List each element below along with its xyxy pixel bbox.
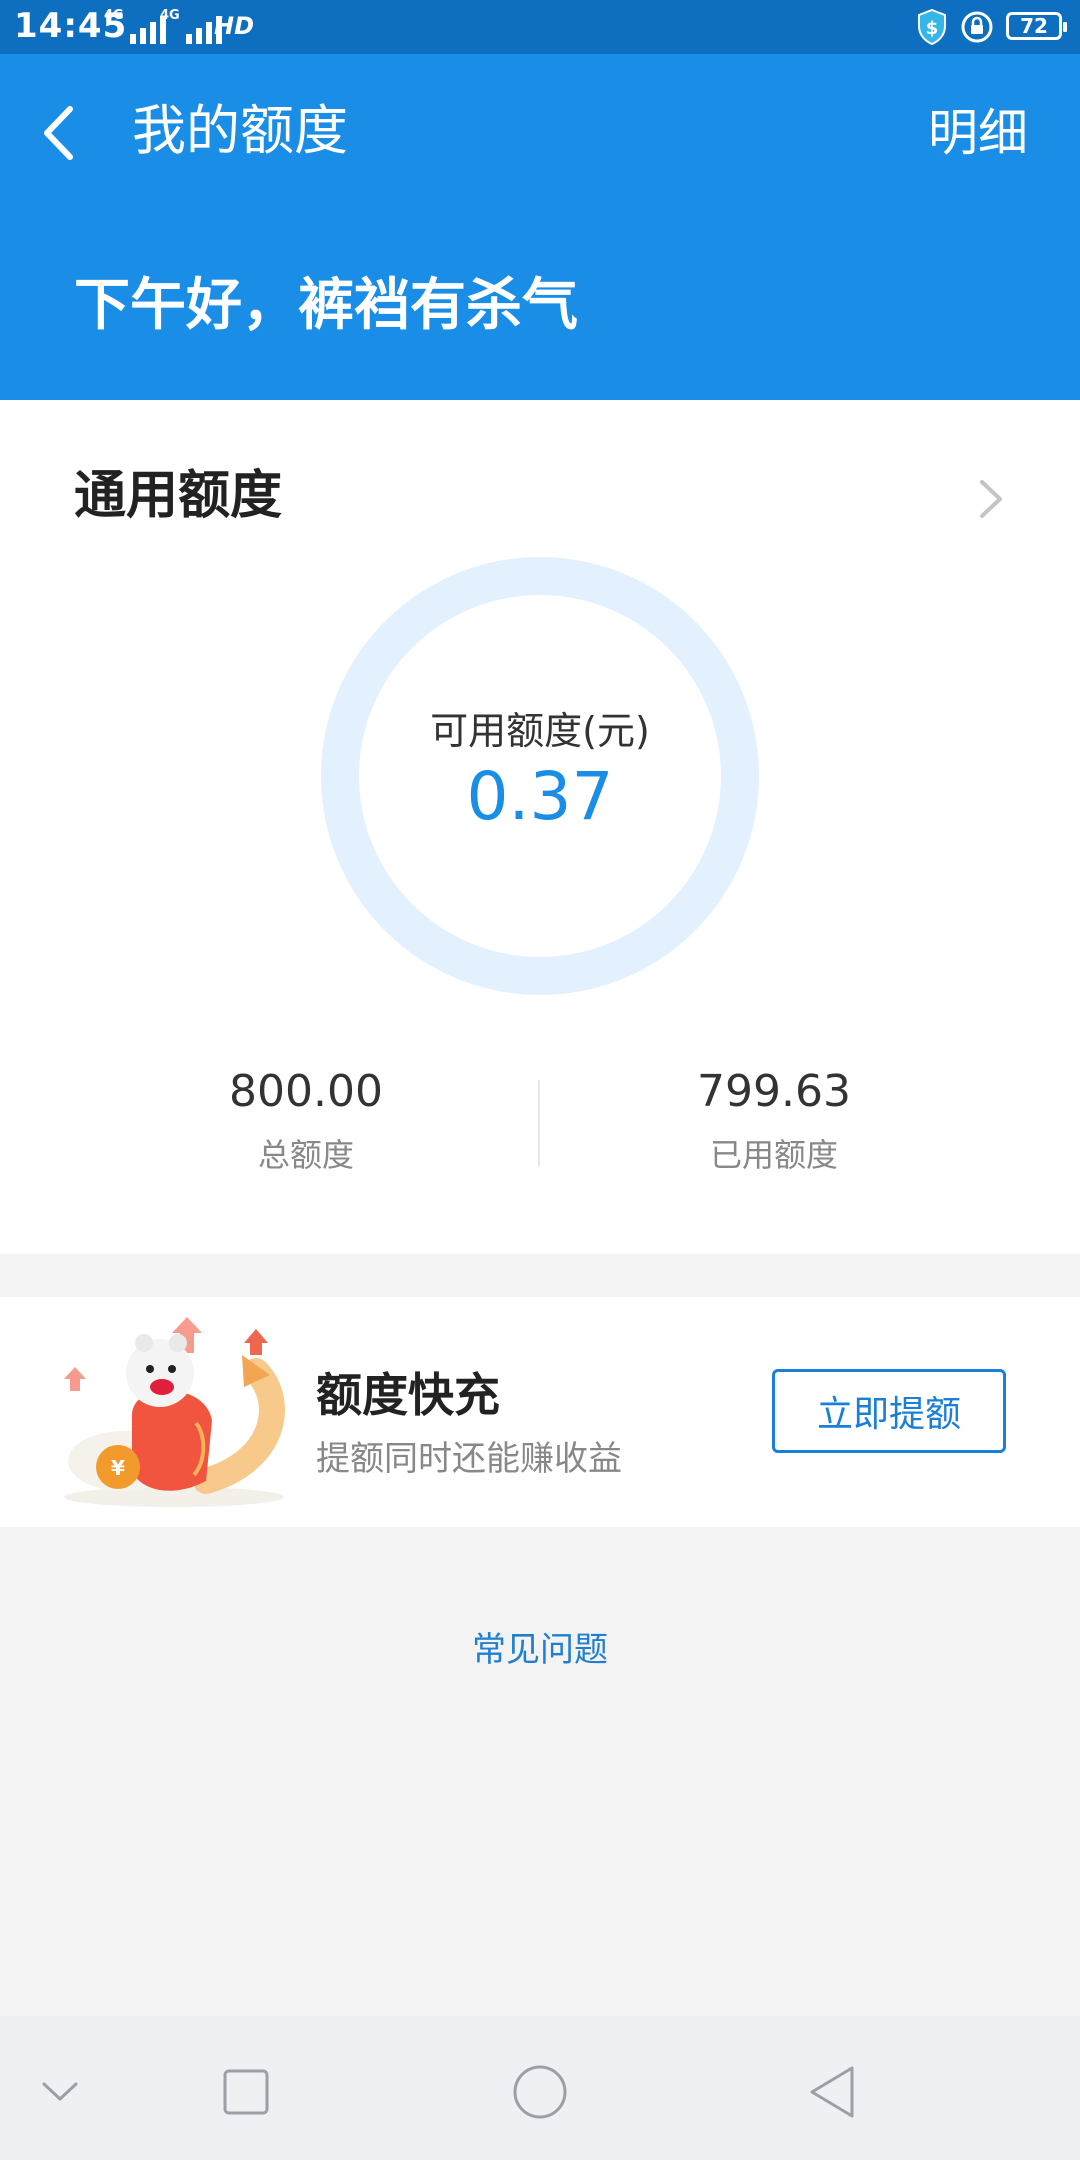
back-arrow-icon xyxy=(44,106,73,160)
recent-apps-icon[interactable] xyxy=(206,2056,286,2128)
back-icon[interactable] xyxy=(792,2056,872,2128)
page-title: 我的额度 xyxy=(132,99,348,162)
used-credit-value: 799.63 xyxy=(697,1066,851,1117)
signal-strength-icon: 4G xyxy=(160,8,222,44)
chevron-down-icon[interactable] xyxy=(20,2056,100,2128)
shield-icon: $ xyxy=(918,8,946,46)
used-credit-label: 已用额度 xyxy=(709,1136,838,1174)
detail-link[interactable]: 明细 xyxy=(928,98,1028,168)
total-credit-label: 总额度 xyxy=(257,1136,354,1174)
chevron-right-icon[interactable] xyxy=(976,476,1006,522)
status-bar: 14:45 4G 4G HD $ 72 xyxy=(0,0,1080,54)
lock-icon xyxy=(961,11,993,43)
greeting-text: 下午好，裤裆有杀气 xyxy=(74,273,578,338)
available-credit-label: 可用额度(元) xyxy=(430,709,650,753)
total-credit-value: 800.00 xyxy=(229,1066,383,1117)
header: 我的额度 明细 下午好，裤裆有杀气 xyxy=(0,54,1080,400)
battery-indicator: 72 xyxy=(1006,12,1067,40)
home-icon[interactable] xyxy=(500,2056,580,2128)
divider xyxy=(538,1080,540,1166)
available-credit-value: 0.37 xyxy=(466,758,614,835)
network-type-label: 4G xyxy=(104,8,124,23)
credit-card[interactable]: 通用额度 可用额度(元) 0.37 800.00 总额度 799.63 已用额度 xyxy=(0,400,1080,1254)
hd-badge: HD xyxy=(214,12,255,40)
signal-strength-icon: 4G xyxy=(104,8,166,44)
boost-title: 额度快充 xyxy=(316,1368,500,1422)
credit-boost-card[interactable]: ¥ 额度快充 提额同时还能赚收益 立即提额 xyxy=(0,1297,1080,1527)
mascot-illustration: ¥ xyxy=(64,1317,285,1507)
boost-subtitle: 提额同时还能赚收益 xyxy=(316,1439,622,1479)
raise-limit-button[interactable]: 立即提额 xyxy=(772,1369,1006,1453)
svg-text:¥: ¥ xyxy=(111,1456,125,1480)
network-type-label: 4G xyxy=(160,8,180,23)
navigation-bar xyxy=(0,2016,1080,2160)
svg-text:$: $ xyxy=(926,18,939,39)
back-button[interactable] xyxy=(40,98,90,168)
faq-link[interactable]: 常见问题 xyxy=(0,1622,1080,1671)
section-title: 通用额度 xyxy=(74,466,283,526)
